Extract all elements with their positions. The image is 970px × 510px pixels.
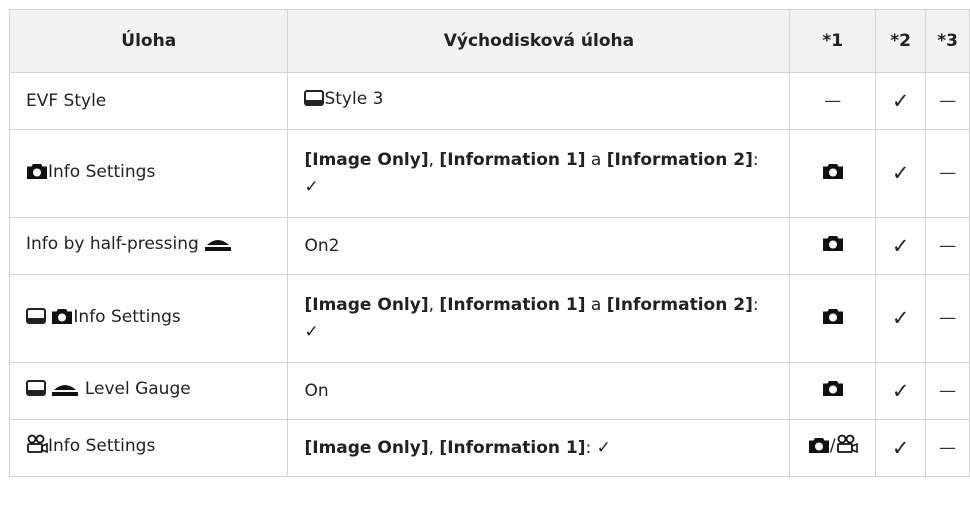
task-cell: Info by half-pressing [8,217,289,275]
option-text: [Image Only] [304,295,429,316]
option-text: [Image Only] [304,437,429,458]
check-mark: ✓ [891,306,910,331]
shutter-button-icon [204,234,232,260]
separator-text: a [585,295,607,316]
note2-cell: ✓ [875,217,927,275]
note1-cell: — [789,72,877,130]
task-cell: EVF Style [8,72,289,130]
shutter-button-icon [51,379,79,405]
task-cell: Info Settings [8,129,289,218]
task-label: EVF Style [26,90,107,111]
default-value: On [304,380,329,401]
task-label: Info Settings [48,436,156,457]
header-note-1: *1 [789,9,877,73]
option-text: [Information 2] [606,150,753,171]
checked-suffix: : ✓ [585,437,611,458]
task-cell: Info Settings [8,274,289,363]
table-row: EVF Style Style 3 — ✓ — [8,72,970,130]
default-cell: On2 [287,217,791,275]
task-cell: Level Gauge [8,362,289,420]
default-cell: [Image Only], [Information 1]: ✓ [287,419,791,477]
check-mark: ✓ [891,88,910,113]
movie-camera-icon [836,434,858,462]
task-label: Info Settings [73,306,181,327]
note3-cell: — [925,217,970,275]
check-mark: ✓ [891,378,910,403]
option-text: [Information 1] [439,295,586,316]
camera-icon [822,307,844,333]
camera-icon [822,162,844,188]
monitor-icon [304,89,325,115]
table-row: Info Settings [Image Only], [Information… [8,274,970,363]
note3-cell: — [925,129,970,218]
note1-cell [789,362,877,420]
check-mark: ✓ [891,161,910,186]
note2-cell: ✓ [875,72,927,130]
task-label: Info by half-pressing [26,234,199,255]
check-mark: ✓ [891,435,910,460]
option-text: [Information 2] [606,295,753,316]
task-label: Info Settings [48,161,156,182]
table-row: Info by half-pressing On2 ✓ — [8,217,970,275]
separator-text: , [428,295,440,316]
separator-text: , [428,150,440,171]
table-row: Level Gauge On ✓ — [8,362,970,420]
header-note-3: *3 [925,9,970,73]
movie-camera-icon [26,434,48,462]
default-cell: [Image Only], [Information 1] a [Informa… [287,274,791,363]
header-task: Úloha [8,9,289,73]
note2-cell: ✓ [875,362,927,420]
table-row: Info Settings [Image Only], [Information… [8,129,970,218]
default-value: Style 3 [324,89,384,110]
note3-cell: — [925,72,970,130]
monitor-icon [26,379,46,405]
camera-icon [822,234,844,260]
settings-table: Úloha Východisková úloha *1 *2 *3 EVF St… [8,9,970,477]
task-label: Level Gauge [84,379,191,400]
dash-mark: — [939,90,957,111]
option-text: [Image Only] [304,150,429,171]
camera-icon [822,379,844,405]
dash-mark: — [824,90,842,111]
dash-mark: — [939,163,957,184]
note2-cell: ✓ [875,419,927,477]
note3-cell: — [925,274,970,363]
option-text: [Information 1] [439,150,586,171]
default-cell: On [287,362,791,420]
monitor-icon [26,307,46,333]
dash-mark: — [939,308,957,329]
separator-text: a [585,150,607,171]
table-header-row: Úloha Východisková úloha *1 *2 *3 [8,9,970,73]
separator-text: , [428,437,440,458]
note2-cell: ✓ [875,274,927,363]
camera-icon [808,436,830,462]
default-cell: Style 3 [287,72,791,130]
dash-mark: — [939,437,957,458]
camera-icon [51,307,73,333]
camera-icon [26,162,48,188]
default-cell: [Image Only], [Information 1] a [Informa… [287,129,791,218]
note1-cell [789,217,877,275]
dash-mark: — [939,235,957,256]
check-mark: ✓ [891,233,910,258]
table-row: Info Settings [Image Only], [Information… [8,419,970,477]
note1-cell [789,274,877,363]
note3-cell: — [925,362,970,420]
header-default-task: Východisková úloha [287,9,791,73]
header-note-2: *2 [875,9,927,73]
note3-cell: — [925,419,970,477]
dash-mark: — [939,380,957,401]
note2-cell: ✓ [875,129,927,218]
default-value: On2 [304,235,340,256]
task-cell: Info Settings [8,419,289,477]
note1-cell: / [789,419,877,477]
option-text: [Information 1] [439,437,586,458]
note1-cell [789,129,877,218]
